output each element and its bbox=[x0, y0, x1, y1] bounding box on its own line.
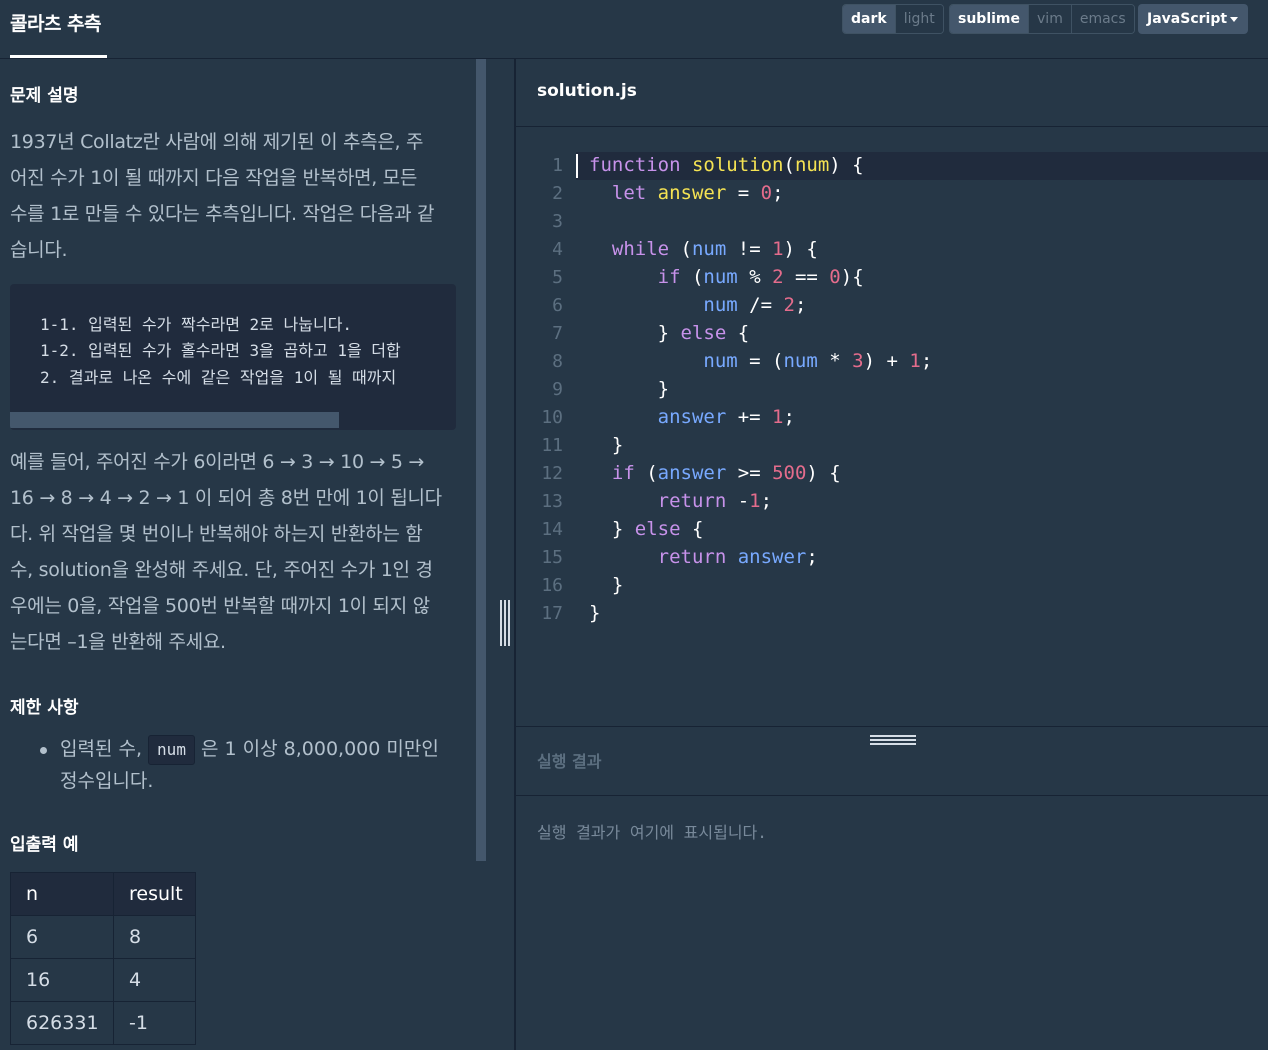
steps-code-block: 1-1. 입력된 수가 짝수라면 2로 나눕니다. 1-2. 입력된 수가 홀수… bbox=[10, 284, 456, 430]
table-cell: 626331 bbox=[10, 1001, 114, 1045]
problem-title: 콜라츠 추측 bbox=[10, 13, 102, 35]
title-underline bbox=[10, 55, 107, 58]
intro-line: 수를 1로 만들 수 있다는 추측입니다. 작업은 다음과 같 bbox=[10, 203, 435, 225]
line-number: 7 bbox=[552, 323, 563, 344]
keymap-emacs-button[interactable]: emacs bbox=[1071, 5, 1134, 33]
code-line: } else { bbox=[589, 322, 750, 344]
code-line: if (num % 2 == 0){ bbox=[657, 266, 864, 288]
io-heading: 입출력 예 bbox=[10, 835, 79, 855]
step-line: 1-2. 입력된 수가 홀수라면 3을 곱하고 1을 더합 bbox=[40, 341, 401, 360]
example-line: 16 → 8 → 4 → 2 → 1 이 되어 총 8번 만에 1이 됩니다 bbox=[10, 487, 442, 509]
code-block-scrollbar[interactable] bbox=[10, 412, 339, 428]
example-line: 우에는 0을, 작업을 500번 반복할 때까지 1이 되지 않 bbox=[10, 595, 430, 617]
keymap-toggle: sublime vim emacs bbox=[949, 4, 1135, 34]
top-bar: 콜라츠 추측 dark light sublime vim emacs Java… bbox=[0, 0, 1268, 59]
constraints-heading: 제한 사항 bbox=[10, 698, 79, 718]
code-line: let answer = 0; bbox=[611, 182, 784, 204]
editor-filename: solution.js bbox=[537, 81, 637, 101]
table-cell: 6 bbox=[10, 915, 114, 959]
intro-line: 어진 수가 1이 될 때까지 다음 작업을 반복하면, 모든 bbox=[10, 167, 418, 189]
step-line: 2. 결과로 나온 수에 같은 작업을 1이 될 때까지 bbox=[40, 368, 397, 387]
line-number: 17 bbox=[541, 603, 563, 624]
bullet-icon bbox=[40, 747, 47, 754]
line-number: 13 bbox=[541, 491, 563, 512]
column-header-n: n bbox=[10, 872, 114, 916]
theme-light-button[interactable]: light bbox=[895, 5, 943, 33]
code-line: } else { bbox=[589, 518, 704, 540]
line-number: 8 bbox=[552, 351, 563, 372]
constraint-prefix: 입력된 수, bbox=[60, 738, 149, 760]
line-number: 12 bbox=[541, 463, 563, 484]
text-cursor bbox=[576, 154, 578, 178]
line-number: 4 bbox=[552, 239, 563, 260]
example-line: 는다면 –1을 반환해 주세요. bbox=[10, 631, 226, 653]
line-number: 3 bbox=[552, 211, 563, 232]
table-row: 626331 -1 bbox=[10, 1001, 196, 1045]
example-line: 수, solution을 완성해 주세요. 단, 주어진 수가 1인 경 bbox=[10, 559, 433, 581]
line-number: 9 bbox=[552, 379, 563, 400]
intro-line: 습니다. bbox=[10, 239, 68, 261]
table-cell: 4 bbox=[113, 958, 196, 1002]
theme-toggle: dark light bbox=[842, 4, 944, 34]
line-number: 14 bbox=[541, 519, 563, 540]
code-line: num /= 2; bbox=[703, 294, 807, 316]
result-placeholder: 실행 결과가 여기에 표시됩니다. bbox=[537, 823, 767, 842]
line-number: 16 bbox=[541, 575, 563, 596]
intro-text: 1937년 Collatz란 사람에 의해 제기된 이 추측은, 주 어진 수가… bbox=[10, 124, 460, 268]
line-number: 11 bbox=[541, 435, 563, 456]
code-line: } bbox=[589, 602, 601, 624]
table-cell: 8 bbox=[113, 915, 196, 959]
table-row: 16 4 bbox=[10, 958, 196, 1002]
code-line: return -1; bbox=[657, 490, 773, 512]
line-number: 2 bbox=[552, 183, 563, 204]
table-header-row: n result bbox=[10, 872, 196, 916]
code-line: } bbox=[589, 574, 624, 596]
theme-dark-button[interactable]: dark bbox=[843, 5, 896, 33]
inline-code-num: num bbox=[148, 735, 195, 765]
column-header-result: result bbox=[113, 872, 196, 916]
line-number: 6 bbox=[552, 295, 563, 316]
keymap-vim-button[interactable]: vim bbox=[1029, 5, 1072, 33]
result-divider bbox=[516, 795, 1268, 796]
line-number: 10 bbox=[541, 407, 563, 428]
editor-header: solution.js bbox=[516, 59, 1268, 127]
code-line: return answer; bbox=[657, 546, 818, 568]
line-number: 1 bbox=[552, 155, 563, 176]
line-number: 15 bbox=[541, 547, 563, 568]
constraint-item: 입력된 수, num 은 1 이상 8,000,000 미만인 정수입니다. bbox=[60, 733, 460, 797]
example-line: 예를 들어, 주어진 수가 6이라면 6 → 3 → 10 → 5 → bbox=[10, 451, 424, 473]
code-line: function solution(num) { bbox=[589, 154, 864, 176]
code-line: while (num != 1) { bbox=[611, 238, 818, 260]
step-line: 1-1. 입력된 수가 짝수라면 2로 나눕니다. bbox=[40, 315, 353, 334]
caret-down-icon bbox=[1230, 17, 1238, 22]
code-line: } bbox=[589, 378, 670, 400]
result-heading: 실행 결과 bbox=[537, 752, 602, 771]
line-number: 5 bbox=[552, 267, 563, 288]
result-panel: 실행 결과 실행 결과가 여기에 표시됩니다. bbox=[516, 726, 1268, 1050]
table-cell: -1 bbox=[113, 1001, 196, 1045]
code-editor[interactable]: 1 2 3 4 5 6 7 8 9 10 11 12 13 14 15 16 1… bbox=[516, 128, 1268, 726]
code-line: if (answer >= 500) { bbox=[611, 462, 841, 484]
example-text: 예를 들어, 주어진 수가 6이라면 6 → 3 → 10 → 5 → 16 →… bbox=[10, 444, 460, 660]
table-row: 6 8 bbox=[10, 915, 196, 959]
problem-scrollbar[interactable] bbox=[476, 59, 486, 861]
code-line: num = (num * 3) + 1; bbox=[703, 350, 933, 372]
description-heading: 문제 설명 bbox=[10, 86, 79, 106]
language-label: JavaScript bbox=[1147, 11, 1228, 27]
table-cell: 16 bbox=[10, 958, 114, 1002]
intro-line: 1937년 Collatz란 사람에 의해 제기된 이 추측은, 주 bbox=[10, 131, 424, 153]
horizontal-resize-handle[interactable] bbox=[870, 733, 916, 745]
code-line: } bbox=[589, 434, 624, 456]
example-line: 다. 위 작업을 몇 번이나 반복해야 하는지 반환하는 함 bbox=[10, 523, 423, 545]
language-select[interactable]: JavaScript bbox=[1138, 4, 1248, 34]
io-table: n result 6 8 16 4 626331 -1 bbox=[10, 872, 196, 1045]
vertical-resize-handle[interactable] bbox=[499, 600, 511, 646]
problem-panel: 문제 설명 1937년 Collatz란 사람에 의해 제기된 이 추측은, 주… bbox=[0, 59, 476, 1050]
keymap-sublime-button[interactable]: sublime bbox=[950, 5, 1030, 33]
code-line: answer += 1; bbox=[657, 406, 795, 428]
